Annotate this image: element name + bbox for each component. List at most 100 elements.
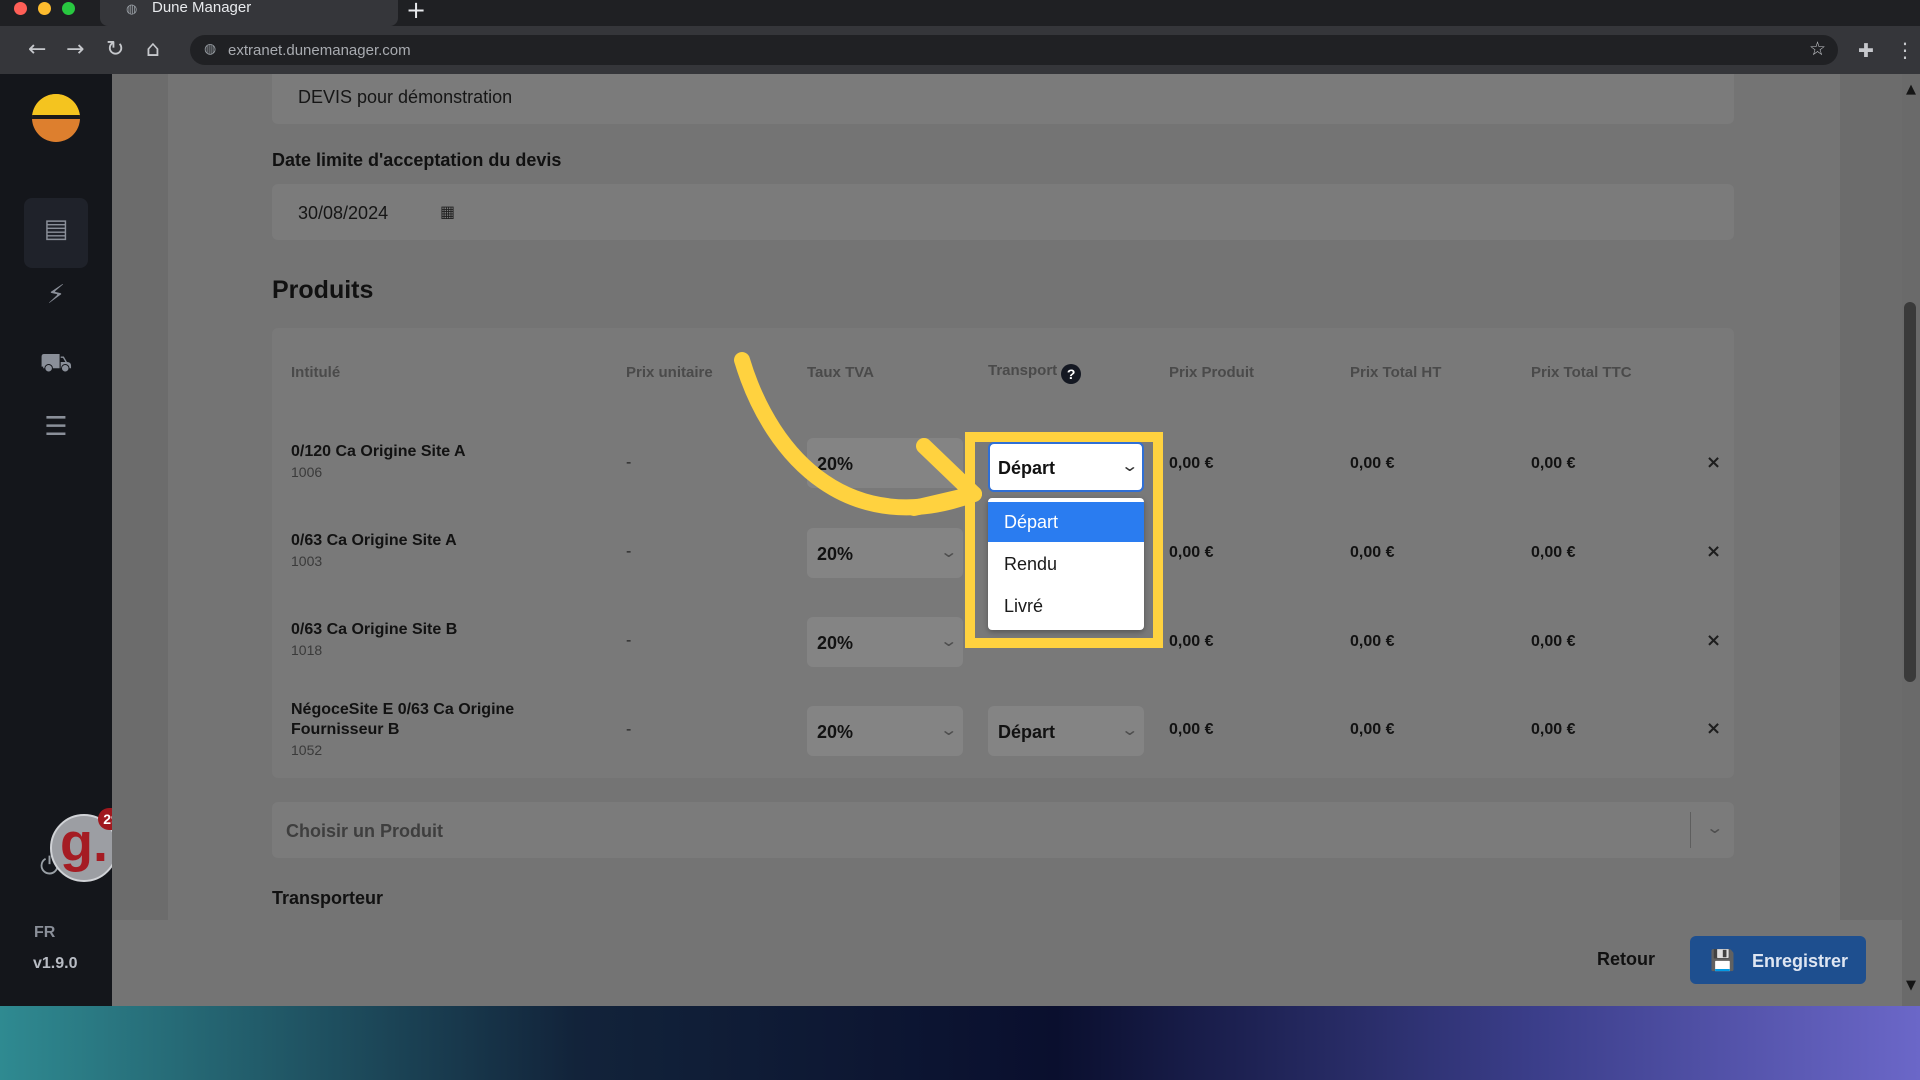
reload-icon[interactable]: ↻ [106,38,124,62]
home-icon[interactable]: ⌂ [146,38,160,62]
unit-price: - [626,543,632,560]
chevron-down-icon: ⌄ [1119,720,1139,739]
unit-price: - [626,454,632,471]
choose-product-placeholder: Choisir un Produit [286,821,443,841]
bookmark-star-icon[interactable]: ☆ [1809,38,1826,60]
sidebar-item-energy[interactable]: ⚡ [24,268,88,338]
col-header-product-price: Prix Produit [1169,364,1255,381]
total-ttc: 0,00 € [1531,721,1576,738]
product-code: 1018 [291,642,323,658]
total-ttc: 0,00 € [1531,633,1576,650]
transport-option-rendu[interactable]: Rendu [988,544,1144,584]
col-header-total-ht: Prix Total HT [1350,364,1442,381]
floppy-disk-icon: 💾 [1710,948,1735,972]
save-button-label: Enregistrer [1752,951,1849,971]
sidebar-item-vehicles[interactable]: ⛟ [24,334,88,404]
col-header-name: Intitulé [291,364,341,381]
language-label[interactable]: FR [34,924,55,942]
sidebar-item-list[interactable]: ☰ [24,400,88,470]
extensions-icon[interactable]: ✚ [1858,40,1874,62]
select-divider [1690,812,1691,848]
calendar-icon[interactable]: ▦ [440,202,455,221]
col-header-transport-label: Transport [988,362,1058,379]
product-price: 0,00 € [1169,544,1214,561]
unit-price: - [626,632,632,649]
transport-value: Départ [998,722,1056,742]
product-name: 0/63 Ca Origine Site A [291,532,457,549]
vat-select[interactable]: 20% ⌄ [807,617,963,667]
save-button[interactable]: 💾 Enregistrer [1690,936,1866,984]
product-name: NégoceSite E 0/63 Ca Origine Fournisseur… [291,701,515,738]
version-label: v1.9.0 [33,955,78,972]
transport-options-menu: Départ Rendu Livré [988,498,1144,630]
carrier-label: Transporteur [272,888,384,908]
vat-select[interactable]: 20% ⌄ [807,528,963,578]
list-icon: ☰ [44,412,68,442]
unit-price: - [626,721,632,738]
globe-icon: ◍ [126,1,138,16]
transport-value: Départ [998,458,1056,478]
window-maximize-icon[interactable] [62,2,75,15]
back-button[interactable]: Retour [1597,949,1655,970]
remove-row-icon[interactable]: × [1706,452,1721,473]
transport-option-livre[interactable]: Livré [988,586,1144,626]
vat-value: 20% [817,722,854,742]
choose-product-select[interactable]: Choisir un Produit ⌄ [272,802,1734,858]
truck-icon: ⛟ [39,348,73,378]
lightning-icon: ⚡ [46,280,66,310]
vat-select[interactable]: 20% ⌄ [807,706,963,756]
forward-arrow-icon[interactable]: → [66,38,84,62]
address-url: extranet.dunemanager.com [228,42,411,59]
product-name: 0/120 Ca Origine Site A [291,443,466,460]
window-minimize-icon[interactable] [38,2,51,15]
scroll-up-icon[interactable]: ▲ [1902,82,1920,97]
browser-tab[interactable]: ◍ Dune Manager [100,0,398,26]
deadline-date-value: 30/08/2024 [298,203,389,223]
help-icon[interactable]: ? [1061,364,1082,384]
browser-tab-bar: ◍ Dune Manager + [0,0,1920,26]
main-content: DEVIS pour démonstration Date limite d'a… [112,74,1920,1006]
chevron-down-icon: ⌄ [938,542,958,561]
total-ht: 0,00 € [1350,544,1395,561]
col-header-total-ttc: Prix Total TTC [1531,364,1632,381]
deadline-date-field[interactable]: 30/08/2024 ▦ [272,184,1734,240]
product-price: 0,00 € [1169,455,1214,472]
transport-select[interactable]: Départ ⌄ [988,706,1144,756]
product-code: 1006 [291,464,323,480]
back-arrow-icon[interactable]: ← [28,38,46,62]
scrollbar-thumb[interactable] [1904,302,1916,682]
app-logo[interactable] [32,94,80,142]
total-ht: 0,00 € [1350,633,1395,650]
browser-menu-icon[interactable]: ⋮ [1895,38,1915,62]
new-tab-icon[interactable]: + [406,0,426,24]
remove-row-icon[interactable]: × [1706,541,1721,562]
product-price: 0,00 € [1169,721,1214,738]
total-ht: 0,00 € [1350,721,1395,738]
product-name: 0/63 Ca Origine Site B [291,621,458,638]
chevron-down-icon: ⌄ [1705,818,1725,837]
scroll-down-icon[interactable]: ▼ [1902,978,1920,993]
transport-option-depart[interactable]: Départ [988,502,1144,542]
site-info-icon[interactable]: ◍ [204,40,216,57]
product-code: 1003 [291,553,323,569]
deadline-label: Date limite d'acceptation du devis [272,150,562,170]
chevron-down-icon: ⌄ [1119,456,1139,475]
col-header-unit-price: Prix unitaire [626,364,713,381]
total-ttc: 0,00 € [1531,455,1576,472]
address-bar[interactable]: ◍ extranet.dunemanager.com ☆ [190,35,1838,65]
remove-row-icon[interactable]: × [1706,718,1721,739]
tab-title: Dune Manager [152,0,252,16]
desktop-background [0,1006,1920,1080]
col-header-transport: Transport? [988,362,1082,384]
vat-value: 20% [817,633,854,653]
transport-select-open[interactable]: Départ ⌄ [988,442,1144,492]
quote-name-value: DEVIS pour démonstration [298,87,513,107]
product-code: 1052 [291,742,323,758]
product-price: 0,00 € [1169,633,1214,650]
document-icon: ▤ [43,214,69,244]
quote-name-field[interactable]: DEVIS pour démonstration [272,74,1734,124]
sidebar-item-documents[interactable]: ▤ [24,198,88,268]
chevron-down-icon: ⌄ [938,631,958,650]
window-close-icon[interactable] [14,2,27,15]
remove-row-icon[interactable]: × [1706,630,1721,651]
